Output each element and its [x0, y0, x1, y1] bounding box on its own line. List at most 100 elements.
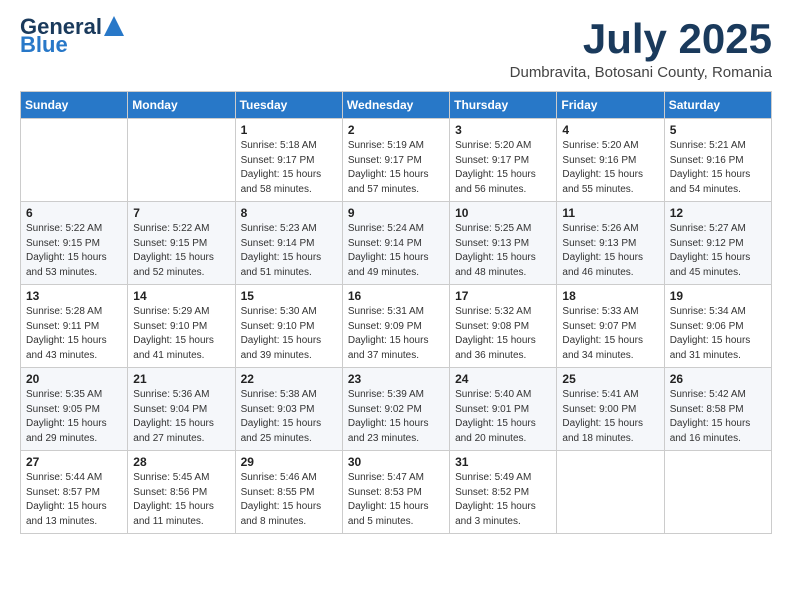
- day-info: Sunrise: 5:31 AM Sunset: 9:09 PM Dayligh…: [348, 305, 444, 363]
- weekday-header-cell: Sunday: [21, 92, 128, 119]
- day-number: 21: [133, 372, 229, 386]
- day-info: Sunrise: 5:19 AM Sunset: 9:17 PM Dayligh…: [348, 139, 444, 197]
- day-info: Sunrise: 5:24 AM Sunset: 9:14 PM Dayligh…: [348, 222, 444, 280]
- day-number: 3: [455, 123, 551, 137]
- calendar-day-cell: 26 Sunrise: 5:42 AM Sunset: 8:58 PM Dayli…: [664, 368, 771, 451]
- calendar-day-cell: 28 Sunrise: 5:45 AM Sunset: 8:56 PM Dayli…: [128, 451, 235, 534]
- calendar-day-cell: 12 Sunrise: 5:27 AM Sunset: 9:12 PM Dayli…: [664, 202, 771, 285]
- day-number: 4: [562, 123, 658, 137]
- calendar-day-cell: 23 Sunrise: 5:39 AM Sunset: 9:02 PM Dayli…: [342, 368, 449, 451]
- calendar-day-cell: 14Sunrise: 5:29 AM Sunset: 9:10 PM Dayli…: [128, 285, 235, 368]
- calendar-day-cell: 19Sunrise: 5:34 AM Sunset: 9:06 PM Dayli…: [664, 285, 771, 368]
- weekday-header-cell: Saturday: [664, 92, 771, 119]
- calendar-day-cell: 24 Sunrise: 5:40 AM Sunset: 9:01 PM Dayli…: [450, 368, 557, 451]
- calendar-week-row: 1 Sunrise: 5:18 AM Sunset: 9:17 PM Daylig…: [21, 119, 772, 202]
- weekday-header-cell: Friday: [557, 92, 664, 119]
- day-info: Sunrise: 5:26 AM Sunset: 9:13 PM Dayligh…: [562, 222, 658, 280]
- calendar-day-cell: 29Sunrise: 5:46 AM Sunset: 8:55 PM Dayli…: [235, 451, 342, 534]
- day-info: Sunrise: 5:49 AM Sunset: 8:52 PM Dayligh…: [455, 471, 551, 529]
- calendar-day-cell: 4 Sunrise: 5:20 AM Sunset: 9:16 PM Daylig…: [557, 119, 664, 202]
- calendar-day-cell: 27 Sunrise: 5:44 AM Sunset: 8:57 PM Dayli…: [21, 451, 128, 534]
- day-number: 15: [241, 289, 337, 303]
- title-area: July 2025 Dumbravita, Botosani County, R…: [510, 16, 772, 81]
- calendar-day-cell: [21, 119, 128, 202]
- day-info: Sunrise: 5:22 AM Sunset: 9:15 PM Dayligh…: [133, 222, 229, 280]
- calendar-body: 1 Sunrise: 5:18 AM Sunset: 9:17 PM Daylig…: [21, 119, 772, 534]
- day-number: 16: [348, 289, 444, 303]
- calendar-day-cell: 25Sunrise: 5:41 AM Sunset: 9:00 PM Dayli…: [557, 368, 664, 451]
- day-info: Sunrise: 5:20 AM Sunset: 9:17 PM Dayligh…: [455, 139, 551, 197]
- day-info: Sunrise: 5:27 AM Sunset: 9:12 PM Dayligh…: [670, 222, 766, 280]
- day-number: 2: [348, 123, 444, 137]
- day-number: 8: [241, 206, 337, 220]
- day-info: Sunrise: 5:29 AM Sunset: 9:10 PM Dayligh…: [133, 305, 229, 363]
- day-info: Sunrise: 5:44 AM Sunset: 8:57 PM Dayligh…: [26, 471, 122, 529]
- day-info: Sunrise: 5:39 AM Sunset: 9:02 PM Dayligh…: [348, 388, 444, 446]
- day-number: 31: [455, 455, 551, 469]
- logo-blue-text: Blue: [20, 34, 68, 56]
- logo-icon: [104, 16, 124, 36]
- day-info: Sunrise: 5:33 AM Sunset: 9:07 PM Dayligh…: [562, 305, 658, 363]
- calendar-day-cell: 31 Sunrise: 5:49 AM Sunset: 8:52 PM Dayli…: [450, 451, 557, 534]
- weekday-header-cell: Tuesday: [235, 92, 342, 119]
- calendar-day-cell: 9 Sunrise: 5:24 AM Sunset: 9:14 PM Daylig…: [342, 202, 449, 285]
- day-number: 17: [455, 289, 551, 303]
- calendar-day-cell: 2 Sunrise: 5:19 AM Sunset: 9:17 PM Daylig…: [342, 119, 449, 202]
- day-info: Sunrise: 5:36 AM Sunset: 9:04 PM Dayligh…: [133, 388, 229, 446]
- calendar-day-cell: 10Sunrise: 5:25 AM Sunset: 9:13 PM Dayli…: [450, 202, 557, 285]
- day-number: 12: [670, 206, 766, 220]
- day-number: 28: [133, 455, 229, 469]
- day-info: Sunrise: 5:25 AM Sunset: 9:13 PM Dayligh…: [455, 222, 551, 280]
- weekday-header-row: SundayMondayTuesdayWednesdayThursdayFrid…: [21, 92, 772, 119]
- day-info: Sunrise: 5:40 AM Sunset: 9:01 PM Dayligh…: [455, 388, 551, 446]
- calendar-day-cell: 17 Sunrise: 5:32 AM Sunset: 9:08 PM Dayli…: [450, 285, 557, 368]
- day-number: 20: [26, 372, 122, 386]
- day-number: 18: [562, 289, 658, 303]
- day-info: Sunrise: 5:30 AM Sunset: 9:10 PM Dayligh…: [241, 305, 337, 363]
- day-number: 1: [241, 123, 337, 137]
- calendar-day-cell: 1 Sunrise: 5:18 AM Sunset: 9:17 PM Daylig…: [235, 119, 342, 202]
- calendar-day-cell: 18 Sunrise: 5:33 AM Sunset: 9:07 PM Dayli…: [557, 285, 664, 368]
- day-number: 11: [562, 206, 658, 220]
- calendar-day-cell: 11 Sunrise: 5:26 AM Sunset: 9:13 PM Dayli…: [557, 202, 664, 285]
- calendar-day-cell: 6Sunrise: 5:22 AM Sunset: 9:15 PM Daylig…: [21, 202, 128, 285]
- day-number: 30: [348, 455, 444, 469]
- location-subtitle: Dumbravita, Botosani County, Romania: [510, 64, 772, 81]
- day-info: Sunrise: 5:32 AM Sunset: 9:08 PM Dayligh…: [455, 305, 551, 363]
- day-number: 5: [670, 123, 766, 137]
- day-number: 26: [670, 372, 766, 386]
- day-info: Sunrise: 5:18 AM Sunset: 9:17 PM Dayligh…: [241, 139, 337, 197]
- calendar-day-cell: 22Sunrise: 5:38 AM Sunset: 9:03 PM Dayli…: [235, 368, 342, 451]
- day-info: Sunrise: 5:35 AM Sunset: 9:05 PM Dayligh…: [26, 388, 122, 446]
- weekday-header-cell: Monday: [128, 92, 235, 119]
- weekday-header-cell: Thursday: [450, 92, 557, 119]
- calendar-day-cell: 30 Sunrise: 5:47 AM Sunset: 8:53 PM Dayli…: [342, 451, 449, 534]
- weekday-header-cell: Wednesday: [342, 92, 449, 119]
- day-info: Sunrise: 5:45 AM Sunset: 8:56 PM Dayligh…: [133, 471, 229, 529]
- calendar-day-cell: [664, 451, 771, 534]
- day-number: 19: [670, 289, 766, 303]
- day-info: Sunrise: 5:20 AM Sunset: 9:16 PM Dayligh…: [562, 139, 658, 197]
- calendar-day-cell: 5 Sunrise: 5:21 AM Sunset: 9:16 PM Daylig…: [664, 119, 771, 202]
- calendar-table: SundayMondayTuesdayWednesdayThursdayFrid…: [20, 91, 772, 534]
- day-number: 9: [348, 206, 444, 220]
- calendar-day-cell: 3 Sunrise: 5:20 AM Sunset: 9:17 PM Daylig…: [450, 119, 557, 202]
- day-number: 25: [562, 372, 658, 386]
- page-header: General Blue July 2025 Dumbravita, Botos…: [20, 16, 772, 81]
- logo: General Blue: [20, 16, 124, 56]
- calendar-day-cell: 7 Sunrise: 5:22 AM Sunset: 9:15 PM Daylig…: [128, 202, 235, 285]
- day-number: 27: [26, 455, 122, 469]
- day-info: Sunrise: 5:23 AM Sunset: 9:14 PM Dayligh…: [241, 222, 337, 280]
- calendar-day-cell: 16 Sunrise: 5:31 AM Sunset: 9:09 PM Dayli…: [342, 285, 449, 368]
- calendar-week-row: 27 Sunrise: 5:44 AM Sunset: 8:57 PM Dayli…: [21, 451, 772, 534]
- day-number: 13: [26, 289, 122, 303]
- day-info: Sunrise: 5:28 AM Sunset: 9:11 PM Dayligh…: [26, 305, 122, 363]
- day-number: 7: [133, 206, 229, 220]
- day-number: 23: [348, 372, 444, 386]
- day-info: Sunrise: 5:42 AM Sunset: 8:58 PM Dayligh…: [670, 388, 766, 446]
- day-info: Sunrise: 5:47 AM Sunset: 8:53 PM Dayligh…: [348, 471, 444, 529]
- day-number: 24: [455, 372, 551, 386]
- calendar-week-row: 13 Sunrise: 5:28 AM Sunset: 9:11 PM Dayli…: [21, 285, 772, 368]
- calendar-day-cell: 13 Sunrise: 5:28 AM Sunset: 9:11 PM Dayli…: [21, 285, 128, 368]
- day-info: Sunrise: 5:21 AM Sunset: 9:16 PM Dayligh…: [670, 139, 766, 197]
